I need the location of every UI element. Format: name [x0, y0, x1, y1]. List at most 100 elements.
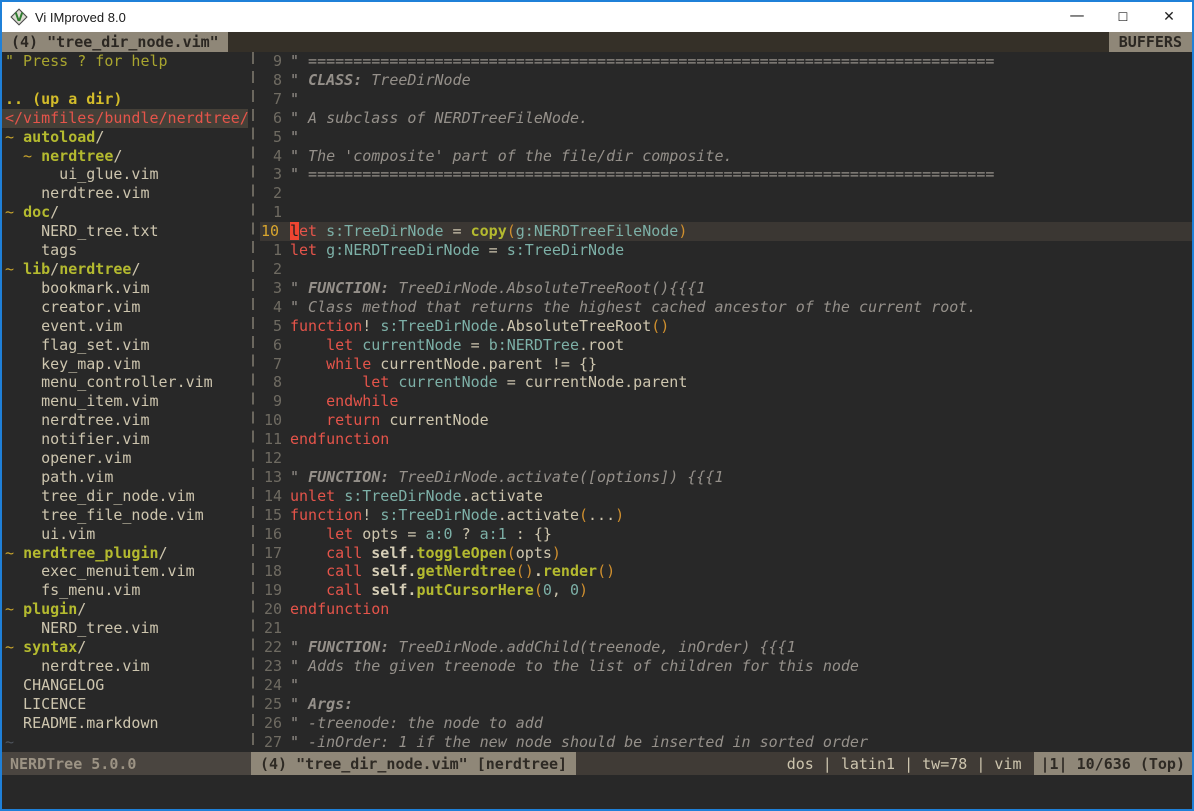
code-line[interactable]: 18 call self.getNerdtree().render()	[260, 562, 1192, 581]
tree-item[interactable]: path.vim	[2, 468, 248, 487]
minimize-button[interactable]: —	[1054, 2, 1100, 32]
code-line[interactable]: 6 let currentNode = b:NERDTree.root	[260, 336, 1192, 355]
code-line[interactable]: 5function! s:TreeDirNode.AbsoluteTreeRoo…	[260, 317, 1192, 336]
tree-item[interactable]: opener.vim	[2, 449, 248, 468]
tree-item[interactable]: CHANGELOG	[2, 676, 248, 695]
line-number: 20	[260, 600, 290, 619]
tree-item[interactable]: ~ nerdtree_plugin/	[2, 544, 248, 563]
code-line[interactable]: 7 while currentNode.parent != {}	[260, 355, 1192, 374]
code-line[interactable]: 8" CLASS: TreeDirNode	[260, 71, 1192, 90]
tree-item[interactable]: key_map.vim	[2, 355, 248, 374]
code-text: endfunction	[290, 600, 1192, 619]
close-button[interactable]: ✕	[1146, 2, 1192, 32]
code-text: " FUNCTION: TreeDirNode.activate([option…	[290, 468, 1192, 487]
code-line[interactable]: 12	[260, 449, 1192, 468]
tree-item[interactable]: LICENCE	[2, 695, 248, 714]
tree-item[interactable]: " Press ? for help	[2, 52, 248, 71]
code-line[interactable]: 7"	[260, 90, 1192, 109]
code-text	[290, 203, 1192, 222]
tree-item[interactable]: event.vim	[2, 317, 248, 336]
line-number: 4	[260, 147, 290, 166]
code-text	[290, 449, 1192, 468]
tree-item[interactable]: tree_file_node.vim	[2, 506, 248, 525]
code-line[interactable]: 4" The 'composite' part of the file/dir …	[260, 147, 1192, 166]
line-number: 9	[260, 392, 290, 411]
tree-item[interactable]: .. (up a dir)	[2, 90, 248, 109]
tree-item[interactable]: ~ autoload/	[2, 128, 248, 147]
titlebar[interactable]: V Vi IMproved 8.0 — ☐ ✕	[2, 2, 1192, 32]
tree-item[interactable]: menu_item.vim	[2, 392, 248, 411]
tree-item[interactable]: </vimfiles/bundle/nerdtree/	[2, 109, 248, 128]
tree-item[interactable]: flag_set.vim	[2, 336, 248, 355]
code-text: " ======================================…	[290, 52, 1192, 71]
tree-item[interactable]: creator.vim	[2, 298, 248, 317]
line-number: 6	[260, 109, 290, 128]
tree-item[interactable]: ~ lib/nerdtree/	[2, 260, 248, 279]
tree-item[interactable]: NERD_tree.vim	[2, 619, 248, 638]
tree-item[interactable]: fs_menu.vim	[2, 581, 248, 600]
code-line[interactable]: 1	[260, 203, 1192, 222]
code-line[interactable]: 20endfunction	[260, 600, 1192, 619]
code-line[interactable]: 3" =====================================…	[260, 165, 1192, 184]
line-number: 27	[260, 733, 290, 752]
code-line[interactable]: 17 call self.toggleOpen(opts)	[260, 544, 1192, 563]
code-line[interactable]: 1let g:NERDTreeDirNode = s:TreeDirNode	[260, 241, 1192, 260]
maximize-button[interactable]: ☐	[1100, 2, 1146, 32]
tree-item[interactable]: nerdtree.vim	[2, 657, 248, 676]
tree-item[interactable]: tree_dir_node.vim	[2, 487, 248, 506]
code-line[interactable]: 13" FUNCTION: TreeDirNode.activate([opti…	[260, 468, 1192, 487]
code-line[interactable]: 5"	[260, 128, 1192, 147]
tree-item[interactable]: menu_controller.vim	[2, 373, 248, 392]
tree-item[interactable]: ~ plugin/	[2, 600, 248, 619]
tree-item[interactable]: ~ nerdtree/	[2, 147, 248, 166]
tree-item[interactable]	[2, 71, 248, 90]
tree-item[interactable]: ~ doc/	[2, 203, 248, 222]
code-line[interactable]: 24"	[260, 676, 1192, 695]
code-text: function! s:TreeDirNode.activate(...)	[290, 506, 1192, 525]
tree-item[interactable]: README.markdown	[2, 714, 248, 733]
code-line[interactable]: 19 call self.putCursorHere(0, 0)	[260, 581, 1192, 600]
code-line[interactable]: 8 let currentNode = currentNode.parent	[260, 373, 1192, 392]
window-split-separator[interactable]	[248, 52, 258, 752]
line-number: 11	[260, 430, 290, 449]
code-line[interactable]: 11endfunction	[260, 430, 1192, 449]
code-line[interactable]: 22" FUNCTION: TreeDirNode.addChild(treen…	[260, 638, 1192, 657]
code-text: " Args:	[290, 695, 1192, 714]
code-line[interactable]: 6" A subclass of NERDTreeFileNode.	[260, 109, 1192, 128]
tree-item[interactable]: notifier.vim	[2, 430, 248, 449]
line-number: 22	[260, 638, 290, 657]
tree-item[interactable]: ui.vim	[2, 525, 248, 544]
code-line[interactable]: 27" -inOrder: 1 if the new node should b…	[260, 733, 1192, 752]
code-line[interactable]: 23" Adds the given treenode to the list …	[260, 657, 1192, 676]
code-line[interactable]: 4" Class method that returns the highest…	[260, 298, 1192, 317]
code-line[interactable]: 2	[260, 260, 1192, 279]
tree-item[interactable]: ui_glue.vim	[2, 165, 248, 184]
code-line[interactable]: 9" =====================================…	[260, 52, 1192, 71]
tab-tree-dir-node[interactable]: (4) "tree_dir_node.vim"	[2, 32, 228, 52]
code-text: " -treenode: the node to add	[290, 714, 1192, 733]
code-line[interactable]: 26" -treenode: the node to add	[260, 714, 1192, 733]
code-line[interactable]: 25" Args:	[260, 695, 1192, 714]
code-line[interactable]: 9 endwhile	[260, 392, 1192, 411]
tree-item[interactable]: ~ syntax/	[2, 638, 248, 657]
tree-item[interactable]: tags	[2, 241, 248, 260]
tree-item[interactable]: ~	[2, 733, 248, 752]
tree-item[interactable]: NERD_tree.txt	[2, 222, 248, 241]
code-text: call self.getNerdtree().render()	[290, 562, 1192, 581]
tree-item[interactable]: bookmark.vim	[2, 279, 248, 298]
line-number: 3	[260, 165, 290, 184]
code-line[interactable]: 14unlet s:TreeDirNode.activate	[260, 487, 1192, 506]
tree-item[interactable]: exec_menuitem.vim	[2, 562, 248, 581]
line-number: 17	[260, 544, 290, 563]
code-line[interactable]: 10let s:TreeDirNode = copy(g:NERDTreeFil…	[260, 222, 1192, 241]
tree-item[interactable]: nerdtree.vim	[2, 411, 248, 430]
command-line[interactable]	[2, 775, 1192, 809]
code-line[interactable]: 3" FUNCTION: TreeDirNode.AbsoluteTreeRoo…	[260, 279, 1192, 298]
code-line[interactable]: 10 return currentNode	[260, 411, 1192, 430]
code-line[interactable]: 21	[260, 619, 1192, 638]
code-line[interactable]: 2	[260, 184, 1192, 203]
code-line[interactable]: 16 let opts = a:0 ? a:1 : {}	[260, 525, 1192, 544]
close-icon: ✕	[1163, 9, 1175, 25]
code-line[interactable]: 15function! s:TreeDirNode.activate(...)	[260, 506, 1192, 525]
tree-item[interactable]: nerdtree.vim	[2, 184, 248, 203]
